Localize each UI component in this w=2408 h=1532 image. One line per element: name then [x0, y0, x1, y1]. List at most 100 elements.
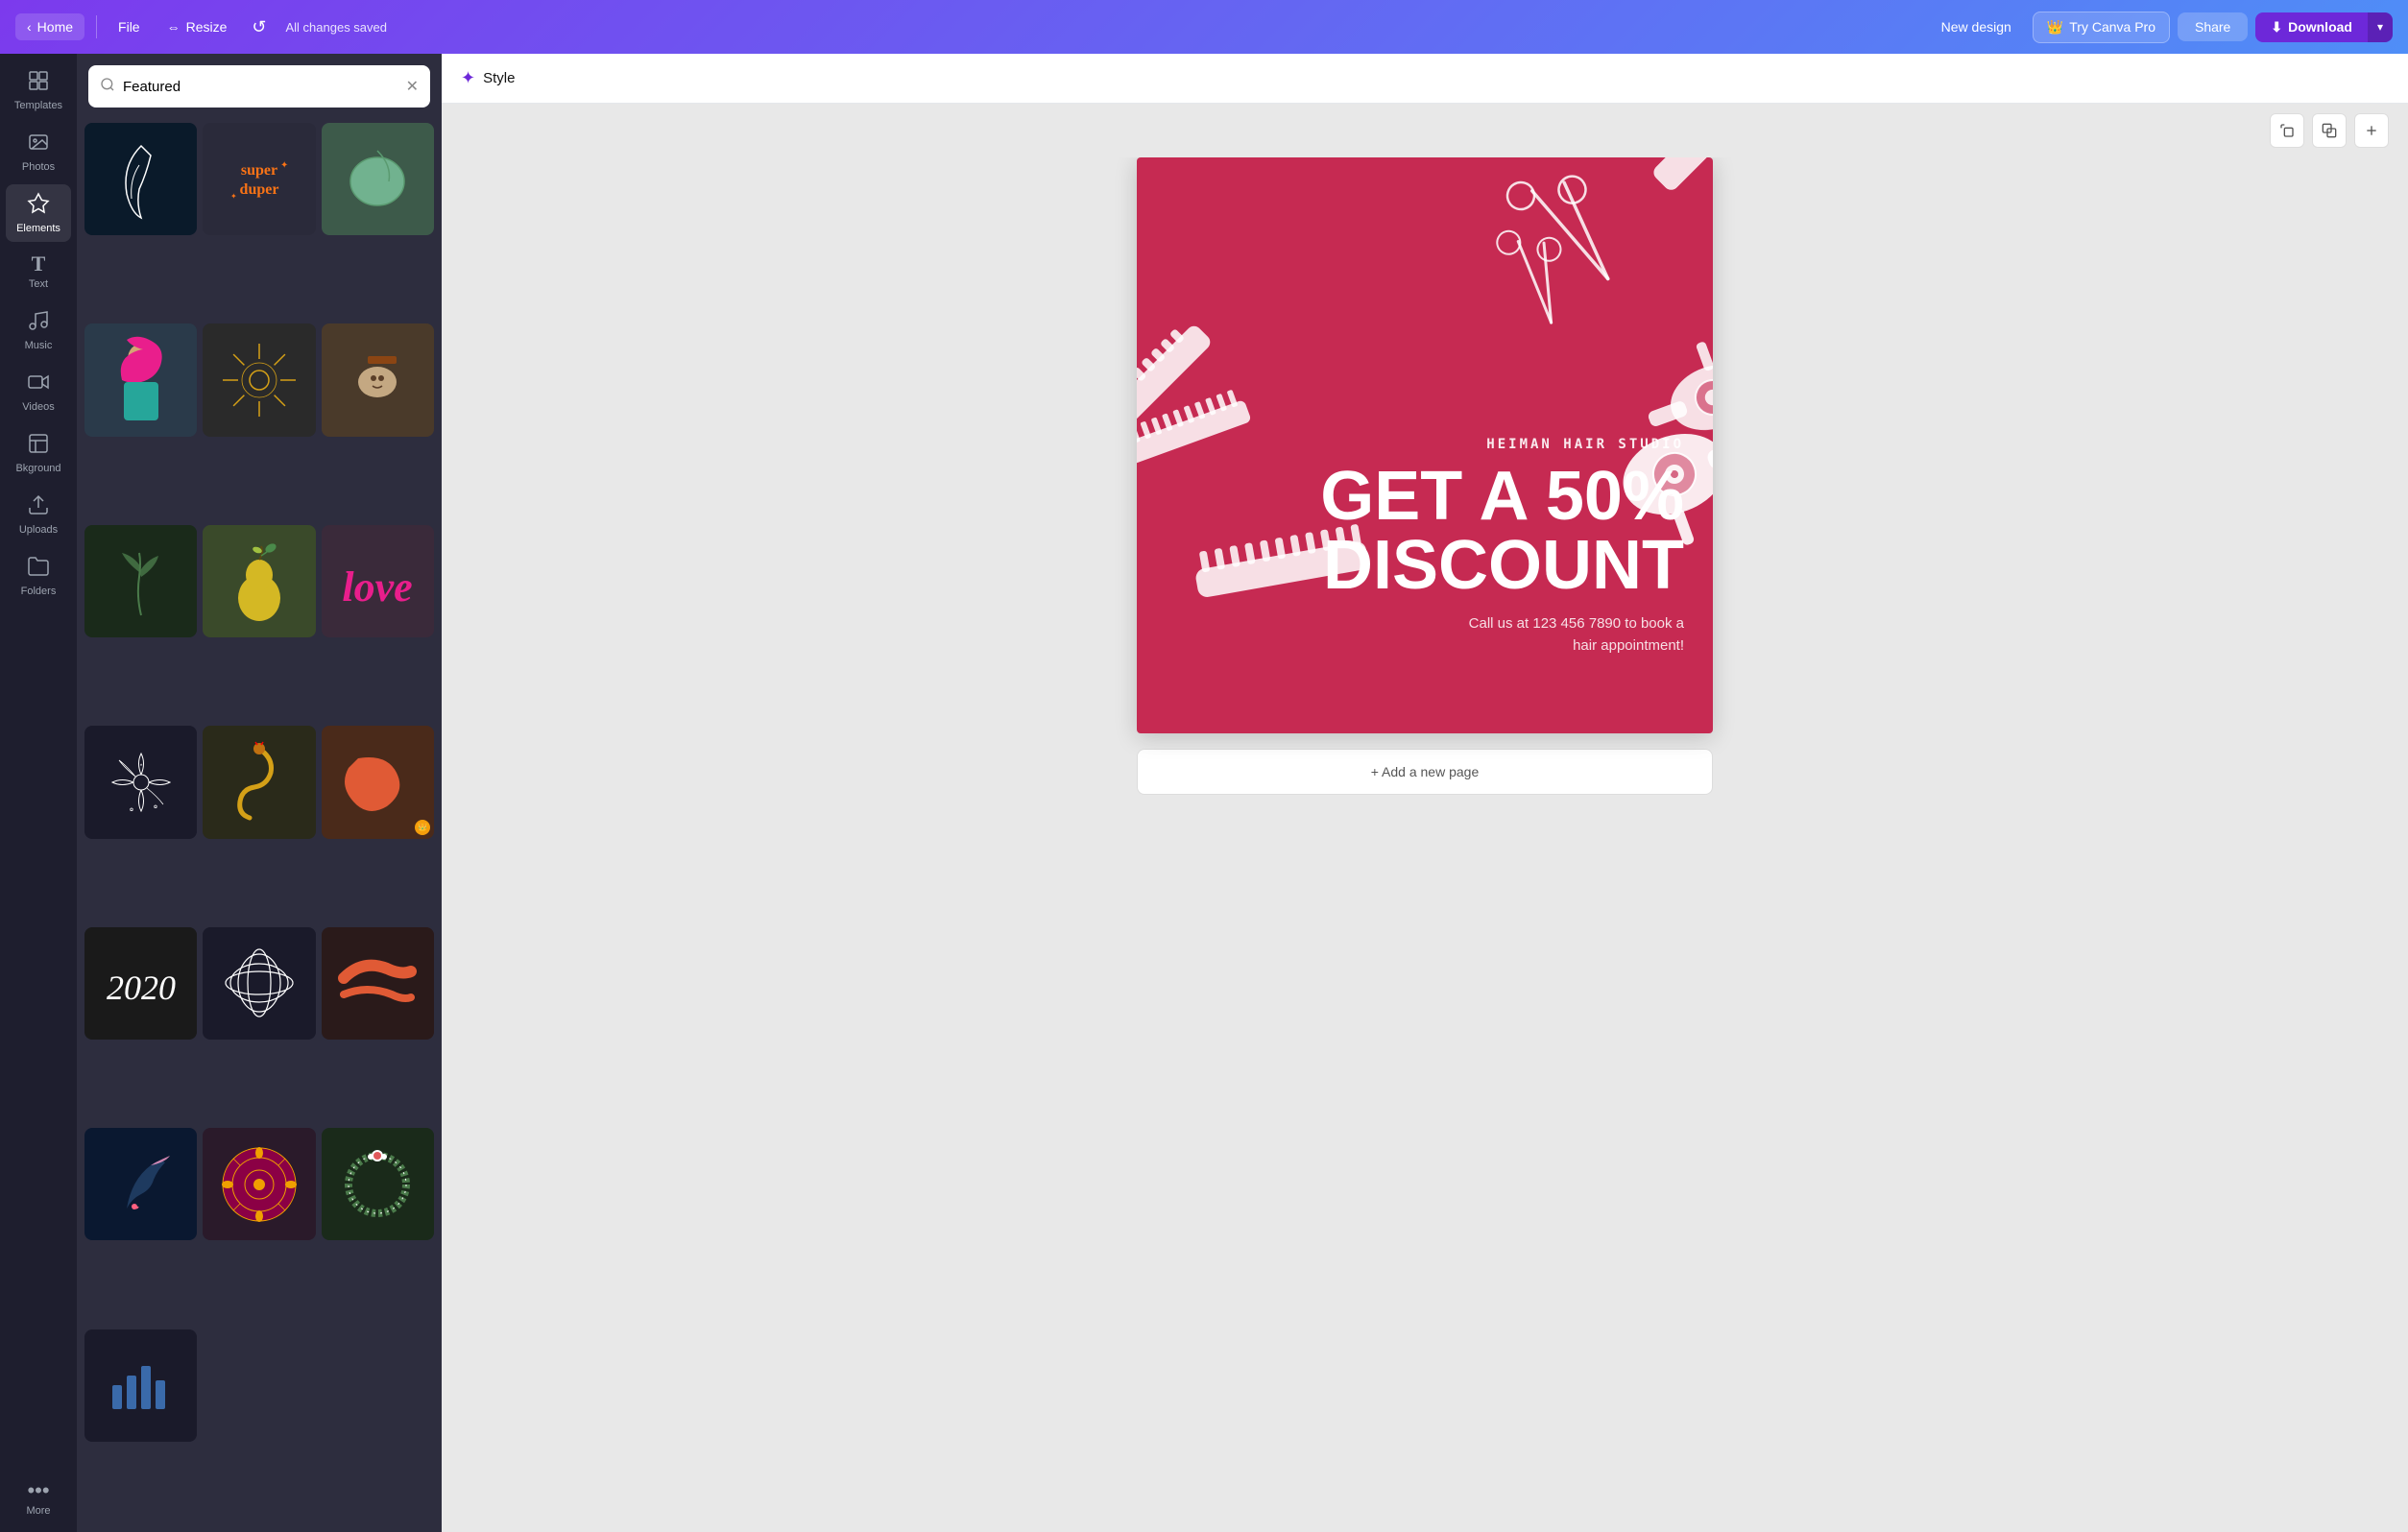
svg-text:super: super — [241, 162, 277, 179]
panel-search-area: ✕ — [77, 54, 442, 115]
left-sidebar: Templates Photos Elements T Text — [0, 54, 77, 1532]
design-subtext: Call us at 123 456 7890 to book ahair ap… — [1320, 613, 1684, 657]
photos-icon — [27, 131, 50, 157]
more-label: More — [26, 1505, 50, 1517]
element-bars[interactable] — [84, 1329, 197, 1442]
resize-icon: ⇔ — [167, 19, 181, 35]
element-sloth[interactable] — [322, 323, 434, 436]
element-superduper[interactable]: super duper ✦ ✦ — [203, 123, 315, 235]
uploads-icon — [27, 493, 50, 520]
nav-separator — [96, 15, 97, 38]
canvas-area: ✦ Style — [442, 54, 2408, 1532]
sidebar-item-photos[interactable]: Photos — [6, 123, 71, 180]
element-dark-bird[interactable] — [84, 1128, 197, 1240]
pro-badge: 👑 — [415, 820, 430, 835]
svg-text:love: love — [343, 563, 413, 610]
duplicate-page-button[interactable] — [2270, 113, 2304, 148]
add-page-label: + Add a new page — [1371, 764, 1480, 779]
top-nav: ‹ Home File ⇔ Resize ↺ All changes saved… — [0, 0, 2408, 54]
sidebar-item-text[interactable]: T Text — [6, 246, 71, 298]
search-input[interactable] — [123, 79, 398, 95]
element-lime[interactable] — [322, 123, 434, 235]
share-button[interactable]: Share — [2178, 12, 2248, 41]
svg-text:duper: duper — [240, 181, 279, 198]
download-label: Download — [2288, 19, 2352, 35]
svg-text:✿: ✿ — [154, 804, 157, 810]
music-label: Music — [25, 340, 53, 351]
headline-line2: DISCOUNT — [1320, 531, 1684, 600]
file-button[interactable]: File — [108, 13, 150, 40]
download-icon: ⬇ — [2271, 19, 2282, 36]
element-pear[interactable] — [203, 525, 315, 637]
element-bird[interactable] — [84, 123, 197, 235]
crown-icon: 👑 — [2047, 19, 2063, 36]
sidebar-item-uploads[interactable]: Uploads — [6, 486, 71, 543]
resize-button[interactable]: ⇔ Resize — [157, 13, 237, 40]
sidebar-item-templates[interactable]: Templates — [6, 61, 71, 119]
text-label: Text — [29, 278, 48, 290]
folders-label: Folders — [21, 586, 57, 597]
element-snake[interactable] — [203, 726, 315, 838]
headline-line1: GET A 50% — [1320, 462, 1684, 531]
sidebar-item-videos[interactable]: Videos — [6, 363, 71, 420]
design-headline: GET A 50% DISCOUNT — [1320, 462, 1684, 600]
chevron-left-icon: ‹ — [27, 19, 32, 35]
element-blob[interactable]: 👑 — [322, 726, 434, 838]
svg-text:✿: ✿ — [130, 807, 133, 813]
canvas-page: HEIMAN HAIR STUDIO GET A 50% DISCOUNT Ca… — [1137, 157, 1713, 795]
undo-button[interactable]: ↺ — [244, 12, 274, 43]
style-label: Style — [483, 70, 515, 86]
elements-panel: ✕ super duper ✦ ✦ — [77, 54, 442, 1532]
new-design-button[interactable]: New design — [1928, 12, 2025, 41]
download-button[interactable]: ⬇ Download — [2255, 12, 2368, 42]
elements-grid: super duper ✦ ✦ — [77, 115, 442, 1532]
music-icon — [27, 309, 50, 336]
videos-label: Videos — [22, 401, 54, 413]
text-icon: T — [32, 253, 46, 275]
templates-label: Templates — [14, 100, 62, 111]
element-woman[interactable] — [84, 323, 197, 436]
more-icon: ••• — [27, 1480, 49, 1501]
try-pro-label: Try Canva Pro — [2069, 19, 2155, 35]
svg-text:✦: ✦ — [230, 192, 237, 201]
background-icon — [27, 432, 50, 459]
uploads-label: Uploads — [19, 524, 58, 536]
search-clear-button[interactable]: ✕ — [406, 77, 419, 96]
style-bar: ✦ Style — [442, 54, 2408, 104]
element-hand-plant[interactable] — [84, 525, 197, 637]
main-area: Templates Photos Elements T Text — [0, 54, 2408, 1532]
elements-label: Elements — [16, 223, 60, 234]
canvas-scroll[interactable]: HEIMAN HAIR STUDIO GET A 50% DISCOUNT Ca… — [442, 157, 2408, 1532]
sidebar-item-more[interactable]: ••• More — [6, 1472, 71, 1524]
element-2020[interactable]: 2020 — [84, 927, 197, 1040]
element-love[interactable]: love — [322, 525, 434, 637]
photos-label: Photos — [22, 161, 55, 173]
design-card[interactable]: HEIMAN HAIR STUDIO GET A 50% DISCOUNT Ca… — [1137, 157, 1713, 733]
download-dropdown-button[interactable]: ▾ — [2368, 12, 2393, 42]
sidebar-item-folders[interactable]: Folders — [6, 547, 71, 605]
element-sunburst[interactable] — [203, 323, 315, 436]
add-new-page-button[interactable]: + Add a new page — [1137, 749, 1713, 795]
element-wreath[interactable] — [322, 1128, 434, 1240]
sidebar-item-music[interactable]: Music — [6, 301, 71, 359]
download-group: ⬇ Download ▾ — [2255, 12, 2393, 42]
resize-label: Resize — [186, 19, 228, 35]
elements-icon — [27, 192, 50, 219]
background-label: Bkground — [15, 463, 60, 474]
try-pro-button[interactable]: 👑 Try Canva Pro — [2033, 12, 2170, 43]
copy-page-button[interactable] — [2312, 113, 2347, 148]
design-text-area: HEIMAN HAIR STUDIO GET A 50% DISCOUNT Ca… — [1320, 437, 1684, 657]
element-mandala[interactable] — [203, 1128, 315, 1240]
add-page-toolbar-button[interactable] — [2354, 113, 2389, 148]
element-swoosh[interactable] — [322, 927, 434, 1040]
svg-text:2020: 2020 — [107, 969, 176, 1007]
canvas-toolbar — [442, 104, 2408, 157]
element-scribble[interactable] — [203, 927, 315, 1040]
search-box: ✕ — [88, 65, 430, 108]
sidebar-item-background[interactable]: Bkground — [6, 424, 71, 482]
home-button[interactable]: ‹ Home — [15, 13, 84, 40]
folders-icon — [27, 555, 50, 582]
element-floral[interactable]: * ✿ ✿ — [84, 726, 197, 838]
studio-name: HEIMAN HAIR STUDIO — [1320, 437, 1684, 452]
sidebar-item-elements[interactable]: Elements — [6, 184, 71, 242]
